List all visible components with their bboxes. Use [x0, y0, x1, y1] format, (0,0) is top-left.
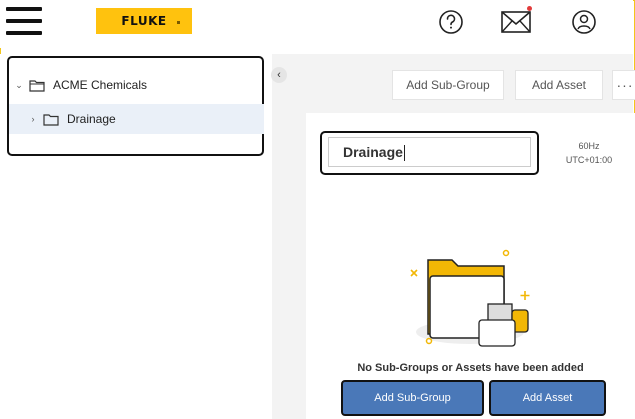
toolbar-add-asset-button[interactable]: Add Asset: [515, 70, 603, 100]
tree-item-acme-chemicals[interactable]: ⌄ ACME Chemicals: [9, 70, 264, 100]
collapse-panel-button[interactable]: ‹: [271, 67, 287, 83]
empty-folder-illustration: [410, 249, 530, 347]
chevron-down-icon[interactable]: ⌄: [13, 80, 25, 91]
mail-icon[interactable]: [501, 11, 531, 33]
text-cursor: [404, 145, 405, 161]
add-subgroup-button[interactable]: Add Sub-Group: [341, 380, 484, 416]
help-icon[interactable]: [438, 9, 464, 35]
fluke-logo: FLUKE: [96, 8, 192, 34]
tree-item-drainage[interactable]: › Drainage: [9, 104, 264, 134]
folder-icon: [43, 113, 59, 126]
logo-text: FLUKE: [121, 14, 167, 28]
menu-icon[interactable]: [6, 7, 42, 35]
timezone-label: UTC+01:00: [565, 155, 613, 165]
toolbar-add-subgroup-button[interactable]: Add Sub-Group: [392, 70, 504, 100]
user-icon[interactable]: [571, 9, 597, 35]
add-asset-button[interactable]: Add Asset: [489, 380, 606, 416]
empty-state-message: No Sub-Groups or Assets have been added: [357, 362, 584, 374]
app-header: FLUKE: [0, 0, 633, 48]
tree-item-label: ACME Chemicals: [53, 78, 148, 92]
tree-item-label: Drainage: [67, 112, 116, 126]
frequency-label: 60Hz: [578, 141, 600, 151]
chevron-right-icon[interactable]: ›: [27, 114, 39, 124]
more-options-button[interactable]: ···: [612, 70, 635, 100]
notification-dot: [527, 6, 532, 11]
folder-open-icon: [29, 79, 45, 92]
group-name-input[interactable]: [328, 137, 531, 167]
